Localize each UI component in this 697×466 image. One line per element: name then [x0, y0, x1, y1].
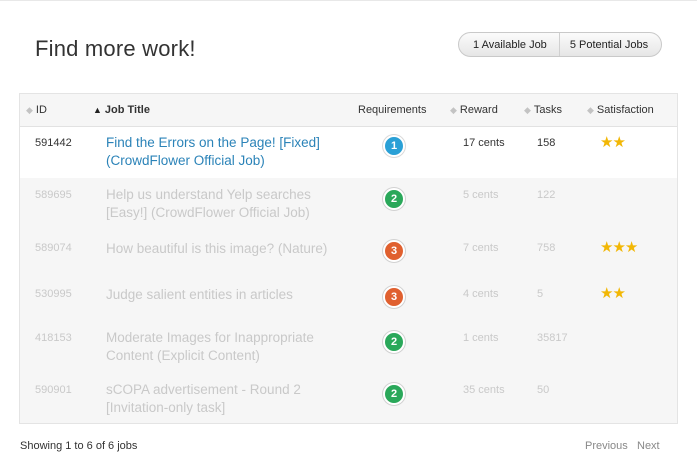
- table-row[interactable]: 591442 Find the Errors on the Page! [Fix…: [20, 126, 677, 179]
- column-header-job-title[interactable]: ▲ Job Title: [93, 104, 150, 116]
- column-header-requirements: Requirements: [358, 104, 427, 116]
- previous-page-button[interactable]: Previous: [585, 440, 628, 452]
- job-reward: 17 cents: [463, 137, 505, 149]
- job-title: Help us understand Yelp searches [Easy!]…: [106, 187, 311, 220]
- column-header-satisfaction[interactable]: ◆ Satisfaction: [587, 104, 654, 116]
- top-divider: [0, 0, 697, 1]
- level-badge-icon: 2: [383, 188, 405, 210]
- available-jobs-button[interactable]: 1 Available Job: [459, 33, 560, 56]
- job-reward: 5 cents: [463, 189, 499, 201]
- level-badge-icon: 2: [383, 383, 405, 405]
- job-id: 589695: [35, 189, 72, 201]
- job-title: Moderate Images for Inappropriate Conten…: [106, 330, 314, 363]
- table-row: 590901 sCOPA advertisement - Round 2 [In…: [20, 373, 677, 423]
- job-id: 591442: [35, 137, 72, 149]
- column-header-id[interactable]: ◆ ID: [26, 104, 47, 116]
- job-id: 418153: [35, 332, 72, 344]
- job-reward: 35 cents: [463, 384, 505, 396]
- job-tasks: 50: [537, 384, 550, 396]
- job-tasks: 158: [537, 137, 556, 149]
- job-id: 589074: [35, 242, 72, 254]
- satisfaction-stars-icon: ★★: [600, 134, 626, 151]
- potential-jobs-button[interactable]: 5 Potential Jobs: [560, 39, 658, 51]
- job-tasks: 35817: [537, 332, 568, 344]
- job-title: sCOPA advertisement - Round 2 [Invitatio…: [106, 382, 301, 415]
- level-badge-icon: 2: [383, 331, 405, 353]
- job-id: 590901: [35, 384, 72, 396]
- table-row: 530995 Judge salient entities in article…: [20, 275, 677, 322]
- table-row: 589695 Help us understand Yelp searches …: [20, 178, 677, 230]
- job-title: Judge salient entities in articles: [106, 287, 293, 302]
- job-tasks: 122: [537, 189, 556, 201]
- job-title-link[interactable]: Find the Errors on the Page! [Fixed] (Cr…: [106, 134, 336, 170]
- level-badge-icon: 1: [383, 135, 405, 157]
- next-page-button[interactable]: Next: [637, 440, 660, 452]
- pagination-summary: Showing 1 to 6 of 6 jobs: [20, 440, 138, 452]
- table-header: ◆ ID ▲ Job Title Requirements ◆ Reward ◆ Tas…: [20, 94, 677, 127]
- job-tasks: 758: [537, 242, 556, 254]
- sort-icon: ◆: [26, 105, 33, 115]
- job-title: How beautiful is this image? (Nature): [106, 241, 328, 256]
- page-title: Find more work!: [35, 36, 196, 61]
- job-reward: 4 cents: [463, 288, 499, 300]
- job-tasks: 5: [537, 288, 544, 300]
- level-badge-icon: 3: [383, 286, 405, 308]
- job-id: 530995: [35, 288, 72, 300]
- jobs-table: ◆ ID ▲ Job Title Requirements ◆ Reward ◆ Tas…: [19, 93, 678, 424]
- satisfaction-stars-icon: ★★★: [600, 239, 638, 256]
- level-badge-icon: 3: [383, 240, 405, 262]
- sort-icon: ◆: [587, 105, 594, 115]
- column-header-tasks[interactable]: ◆ Tasks: [524, 104, 562, 116]
- sort-icon: ◆: [450, 105, 457, 115]
- job-filter-toggle: 1 Available Job 5 Potential Jobs: [458, 32, 662, 57]
- table-row: 589074 How beautiful is this image? (Nat…: [20, 229, 677, 276]
- sort-icon: ◆: [524, 105, 531, 115]
- satisfaction-stars-icon: ★★: [600, 285, 626, 302]
- column-header-reward[interactable]: ◆ Reward: [450, 104, 498, 116]
- job-reward: 7 cents: [463, 242, 499, 254]
- job-reward: 1 cents: [463, 332, 499, 344]
- sort-ascending-icon: ▲: [93, 105, 102, 115]
- table-row: 418153 Moderate Images for Inappropriate…: [20, 321, 677, 374]
